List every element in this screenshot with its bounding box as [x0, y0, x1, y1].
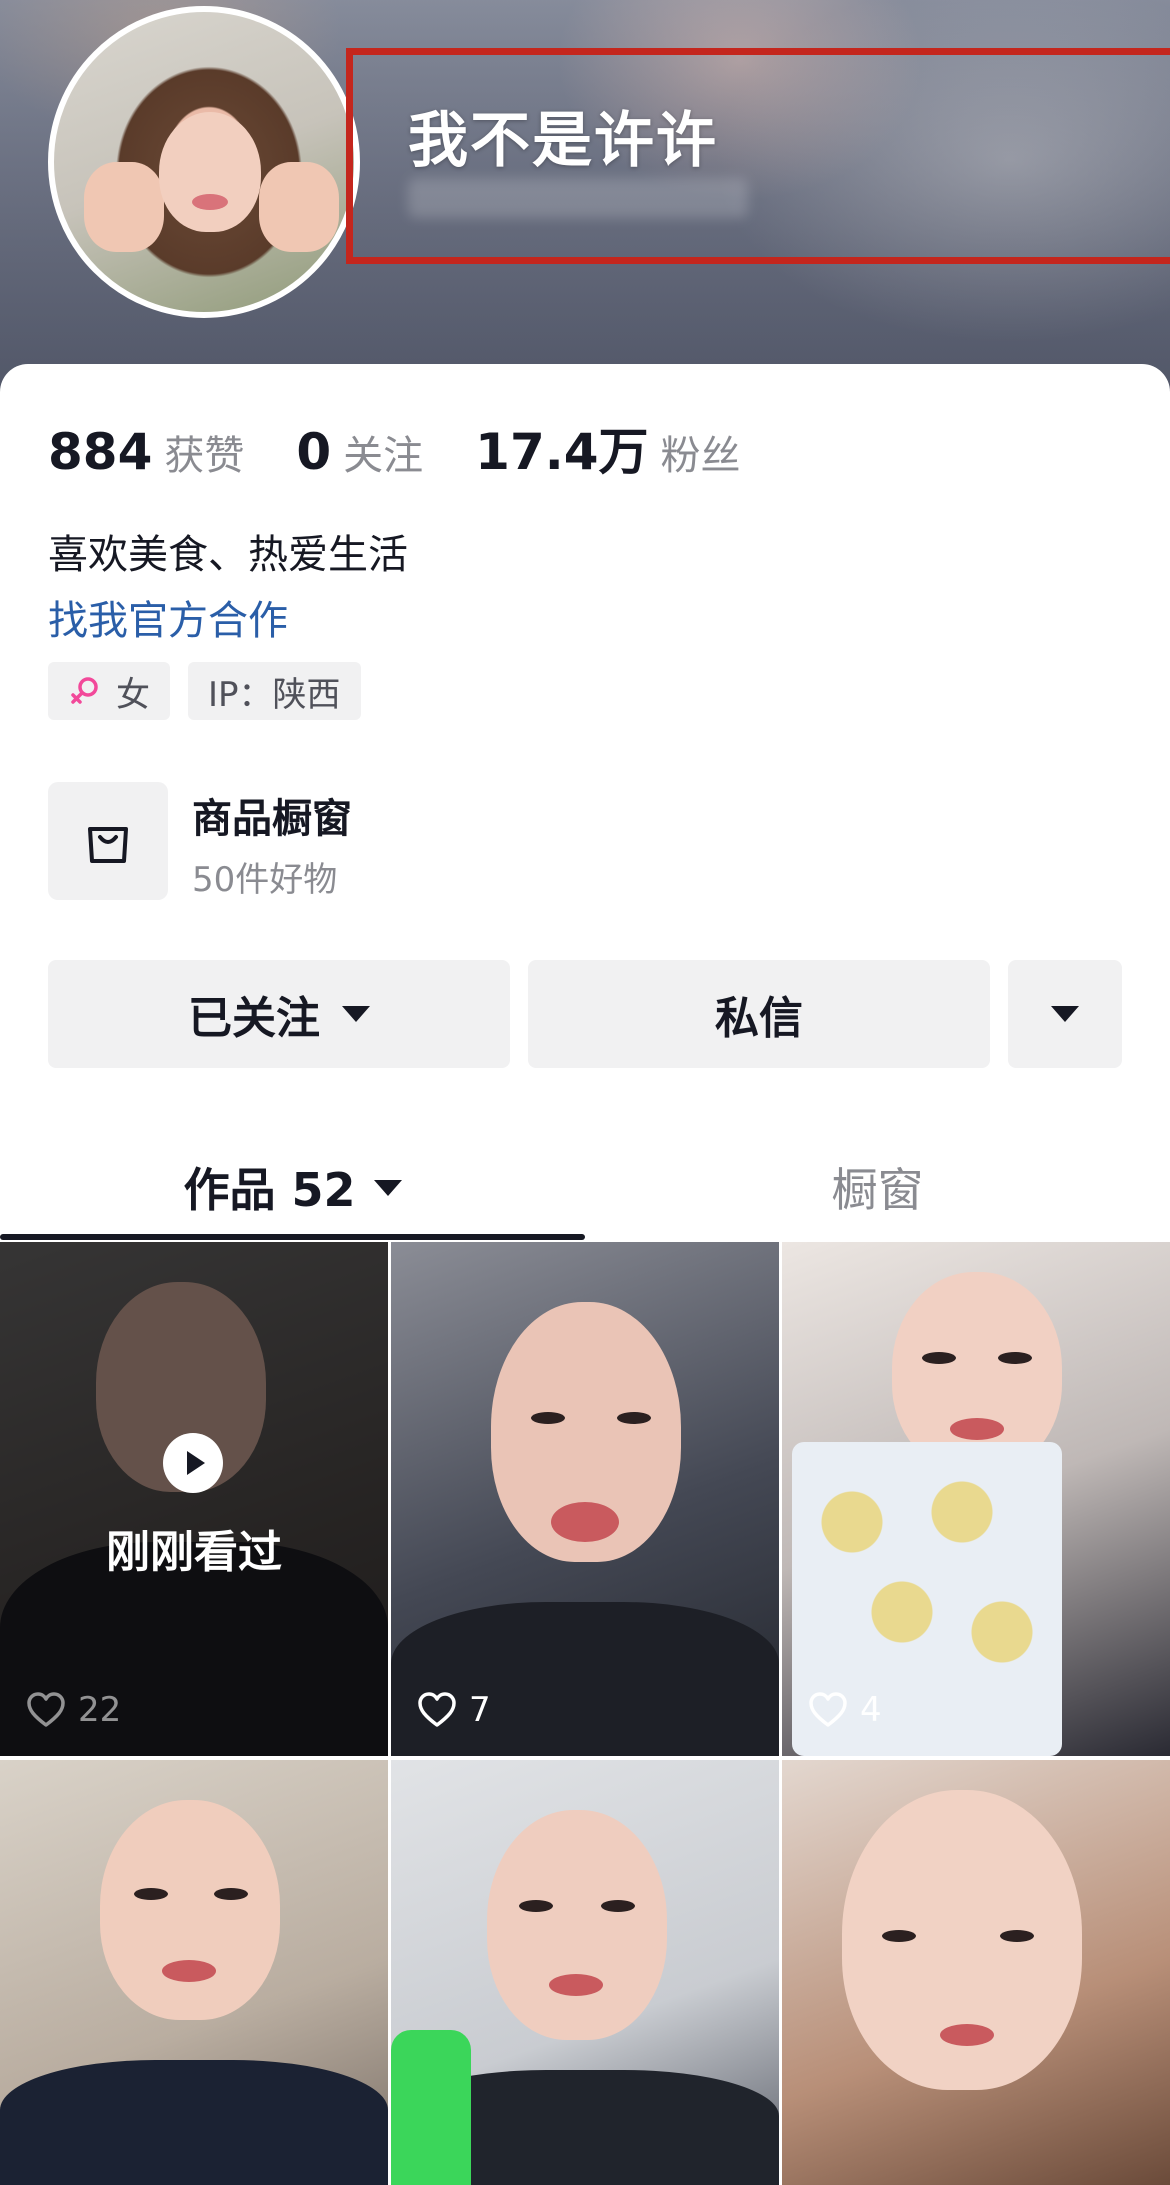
caret-down-icon: [1051, 1006, 1079, 1022]
avatar-hand-right: [259, 162, 339, 252]
video-thumbnail[interactable]: 刚刚看过 22: [0, 1242, 388, 1756]
like-count: 7: [469, 1690, 491, 1730]
stat-followers[interactable]: 17.4万 粉丝: [475, 412, 740, 484]
caret-down-icon: [342, 1006, 370, 1022]
more-options-button[interactable]: [1008, 960, 1122, 1068]
caret-down-icon: [373, 1180, 402, 1196]
gender-tag: 女: [48, 662, 170, 720]
female-icon: [71, 677, 98, 704]
thumbnail-eye: [882, 1930, 916, 1942]
gender-label: 女: [116, 674, 150, 715]
followed-button[interactable]: 已关注: [48, 960, 510, 1068]
stat-likes[interactable]: 884 获赞: [48, 423, 244, 481]
thumbnail-eye: [214, 1888, 248, 1900]
shop-entry-icon[interactable]: [48, 782, 168, 900]
bio-text: 喜欢美食、热爱生活: [48, 532, 408, 578]
thumbnail-eye: [617, 1412, 651, 1424]
like-count-row: 7: [417, 1690, 491, 1730]
message-button[interactable]: 私信: [528, 960, 990, 1068]
thumbnail-shirt: [0, 2060, 388, 2185]
thumbnail-face: [100, 1800, 280, 2020]
stat-number: 0: [296, 423, 332, 481]
stat-number: 17.4万: [475, 423, 649, 481]
thumbnail-lips: [162, 1960, 216, 1982]
shop-subtitle: 50件好物: [192, 860, 338, 900]
followed-label: 已关注: [188, 993, 320, 1044]
like-count-row: 22: [26, 1690, 121, 1730]
video-thumbnail[interactable]: [0, 1760, 388, 2185]
thumbnail-eye: [531, 1412, 565, 1424]
ip-label: IP：陕西: [208, 674, 341, 715]
stat-label: 关注: [343, 433, 424, 479]
shopping-bag-icon: [88, 827, 128, 863]
thumbnail-lips: [950, 1418, 1004, 1440]
video-thumbnail[interactable]: [782, 1760, 1170, 2185]
green-snack: [391, 2030, 471, 2185]
tab-showcase[interactable]: 橱窗: [585, 1140, 1170, 1240]
thumbnail-lips: [940, 2024, 994, 2046]
thumbnail-eye: [519, 1900, 553, 1912]
ip-tag: IP：陕西: [188, 662, 361, 720]
thumbnail-lips: [549, 1974, 603, 1996]
play-icon: [163, 1433, 223, 1493]
content-tabs: 作品 52 橱窗: [0, 1140, 1170, 1240]
message-label: 私信: [715, 993, 803, 1044]
profile-tags: 女 IP：陕西: [48, 662, 379, 720]
thumbnail-face: [487, 1810, 667, 2040]
thumbnail-eye: [601, 1900, 635, 1912]
just-watched-label: 刚刚看过: [106, 1527, 282, 1578]
avatar-lips: [192, 194, 228, 210]
cooperation-link[interactable]: 找我官方合作: [48, 588, 288, 646]
stat-following[interactable]: 0 关注: [296, 423, 423, 481]
active-tab-indicator: [0, 1234, 585, 1240]
thumbnail-lips: [551, 1502, 619, 1542]
thumbnail-eye: [998, 1352, 1032, 1364]
tab-works[interactable]: 作品 52: [0, 1140, 585, 1240]
profile-name: 我不是许许: [408, 106, 718, 176]
video-thumbnail[interactable]: [391, 1760, 779, 2185]
thumbnail-eye: [134, 1888, 168, 1900]
like-count: 4: [860, 1690, 882, 1730]
thumbnail-dim-overlay: [0, 1242, 388, 1756]
heart-icon: [418, 1692, 456, 1727]
stats-row: 884 获赞 0 关注 17.4万 粉丝: [48, 412, 793, 484]
avatar[interactable]: [48, 6, 360, 318]
video-thumbnail[interactable]: 4: [782, 1242, 1170, 1756]
video-thumbnail[interactable]: 7: [391, 1242, 779, 1756]
thumbnail-shirt: [391, 1602, 779, 1756]
blurred-subtitle: [408, 178, 748, 218]
tab-works-label: 作品 52: [183, 1163, 356, 1217]
stat-number: 884: [48, 423, 153, 481]
avatar-hand-left: [84, 162, 164, 252]
stat-label: 粉丝: [660, 433, 741, 479]
stat-label: 获赞: [164, 433, 245, 479]
heart-icon: [27, 1692, 65, 1727]
shop-title[interactable]: 商品橱窗: [192, 786, 352, 844]
thumbnail-eye: [922, 1352, 956, 1364]
like-count: 22: [78, 1690, 122, 1730]
tab-showcase-label: 橱窗: [831, 1163, 924, 1217]
like-count-row: 4: [808, 1690, 882, 1730]
avatar-face: [159, 112, 261, 232]
thumbnail-eye: [1000, 1930, 1034, 1942]
heart-icon: [809, 1692, 847, 1727]
